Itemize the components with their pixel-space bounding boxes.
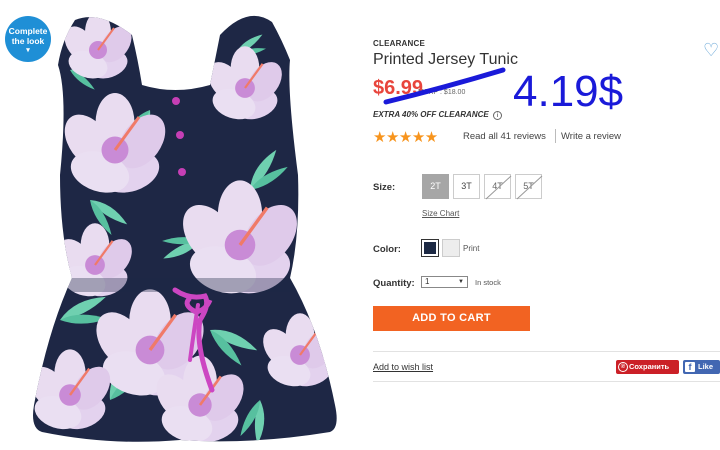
quantity-value: 1 (425, 277, 430, 286)
divider (373, 381, 720, 382)
size-chart-link[interactable]: Size Chart (422, 209, 459, 218)
unavailable-slash-icon (485, 175, 512, 200)
facebook-icon: f (685, 362, 695, 372)
selected-color-name: Print (463, 244, 480, 253)
divider (373, 351, 720, 352)
handwritten-price: 4.19$ (513, 67, 624, 116)
add-to-cart-button[interactable]: ADD TO CART (373, 306, 530, 331)
divider (555, 129, 556, 143)
handwritten-strikethrough (383, 67, 506, 105)
heart-icon[interactable]: ♡ (703, 40, 719, 61)
promo-text: EXTRA 40% OFF CLEARANCE i (373, 110, 502, 120)
size-option-2t[interactable]: 2T (422, 174, 449, 199)
chevron-down-icon: ▾ (26, 47, 30, 54)
facebook-like-button[interactable]: f Like (683, 360, 720, 374)
size-option-5t[interactable]: 5T (515, 174, 543, 200)
stock-status: In stock (475, 278, 501, 287)
pinterest-icon: ℗ (618, 362, 628, 372)
quantity-select[interactable]: 1 ▼ (421, 276, 468, 288)
color-label: Color: (373, 244, 401, 255)
promo-label: EXTRA 40% OFF CLEARANCE (373, 110, 489, 119)
pinterest-save-label: Сохранить (629, 362, 670, 371)
product-image (0, 0, 360, 450)
size-option-4t[interactable]: 4T (484, 174, 512, 200)
size-label: Size: (373, 182, 396, 193)
read-reviews-link[interactable]: Read all 41 reviews (463, 131, 546, 142)
complete-look-line2: the look (11, 36, 45, 46)
info-icon[interactable]: i (492, 111, 502, 120)
complete-look-line1: Complete (8, 26, 48, 36)
facebook-like-label: Like (698, 362, 714, 371)
size-option-label: 3T (461, 181, 472, 191)
color-swatch-navy[interactable] (421, 239, 439, 257)
rating-stars: ★★★★★ (373, 129, 438, 146)
add-to-wish-list-link[interactable]: Add to wish list (373, 362, 433, 372)
write-review-link[interactable]: Write a review (561, 131, 621, 142)
size-option-label: 2T (430, 181, 441, 191)
quantity-label: Quantity: (373, 278, 415, 289)
pinterest-save-button[interactable]: ℗ Сохранить (616, 360, 679, 374)
size-option-3t[interactable]: 3T (453, 174, 480, 199)
complete-the-look-badge[interactable]: Complete the look ▾ (5, 16, 51, 62)
unavailable-slash-icon (516, 175, 543, 200)
dropdown-arrow-icon: ▼ (458, 279, 464, 285)
clearance-label: CLEARANCE (373, 39, 426, 48)
color-swatch-print[interactable] (442, 239, 460, 257)
